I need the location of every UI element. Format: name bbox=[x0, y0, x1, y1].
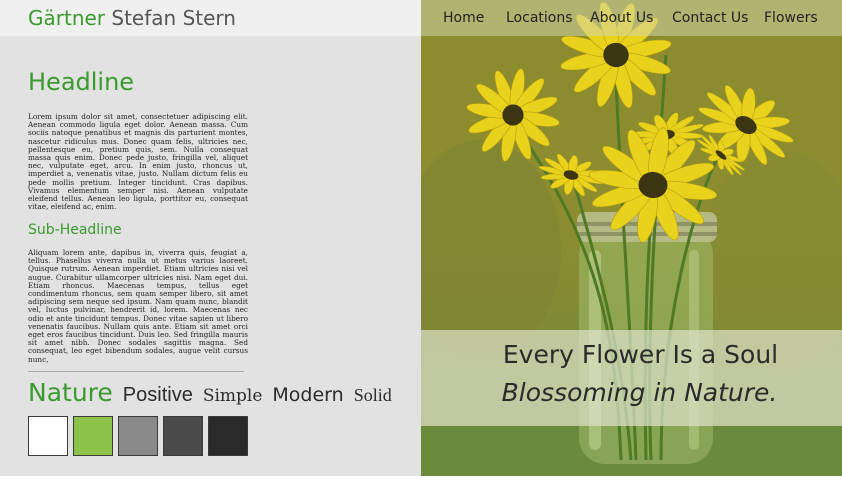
hero-tagline-line2: Blossoming in Nature. bbox=[501, 378, 778, 407]
hero-tagline-line1: Every Flower Is a Soul bbox=[502, 340, 779, 369]
nav-locations[interactable]: Locations bbox=[506, 10, 573, 26]
brand-logo[interactable]: Gärtner Stefan Stern bbox=[28, 6, 236, 30]
nav-home[interactable]: Home bbox=[443, 10, 484, 26]
font-sample-simple: Simple bbox=[202, 386, 263, 406]
font-sample-modern: Modern bbox=[272, 384, 344, 406]
nav-flowers[interactable]: Flowers bbox=[764, 10, 818, 26]
brand-name-second: Stefan Stern bbox=[111, 6, 236, 30]
page-headline: Headline bbox=[28, 68, 135, 96]
font-samples: Nature Positive Simple Modern Solid bbox=[28, 378, 402, 410]
nav-about-us[interactable]: About Us bbox=[590, 10, 653, 26]
font-sample-positive: Positive bbox=[122, 384, 193, 406]
page-subheadline: Sub-Headline bbox=[28, 222, 122, 238]
body-paragraph-2: Aliquam lorem ante, dapibus in, viverra … bbox=[28, 248, 248, 364]
nav-contact-us[interactable]: Contact Us bbox=[672, 10, 748, 26]
top-navigation: Home Locations About Us Contact Us Flowe… bbox=[421, 0, 842, 36]
color-swatch bbox=[208, 416, 248, 456]
brand-bar: Gärtner Stefan Stern bbox=[0, 0, 421, 36]
color-swatches bbox=[28, 416, 253, 456]
body-paragraph-1: Lorem ipsum dolor sit amet, consectetuer… bbox=[28, 112, 248, 212]
color-swatch bbox=[73, 416, 113, 456]
style-guide-panel: Gärtner Stefan Stern Headline Lorem ipsu… bbox=[0, 0, 421, 476]
font-sample-solid: Solid bbox=[353, 385, 392, 405]
hero-panel: Home Locations About Us Contact Us Flowe… bbox=[421, 0, 842, 476]
color-swatch bbox=[163, 416, 203, 456]
brand-name-first: Gärtner bbox=[28, 6, 106, 30]
divider bbox=[28, 371, 244, 372]
color-swatch bbox=[118, 416, 158, 456]
color-swatch bbox=[28, 416, 68, 456]
font-sample-nature: Nature bbox=[28, 378, 113, 407]
